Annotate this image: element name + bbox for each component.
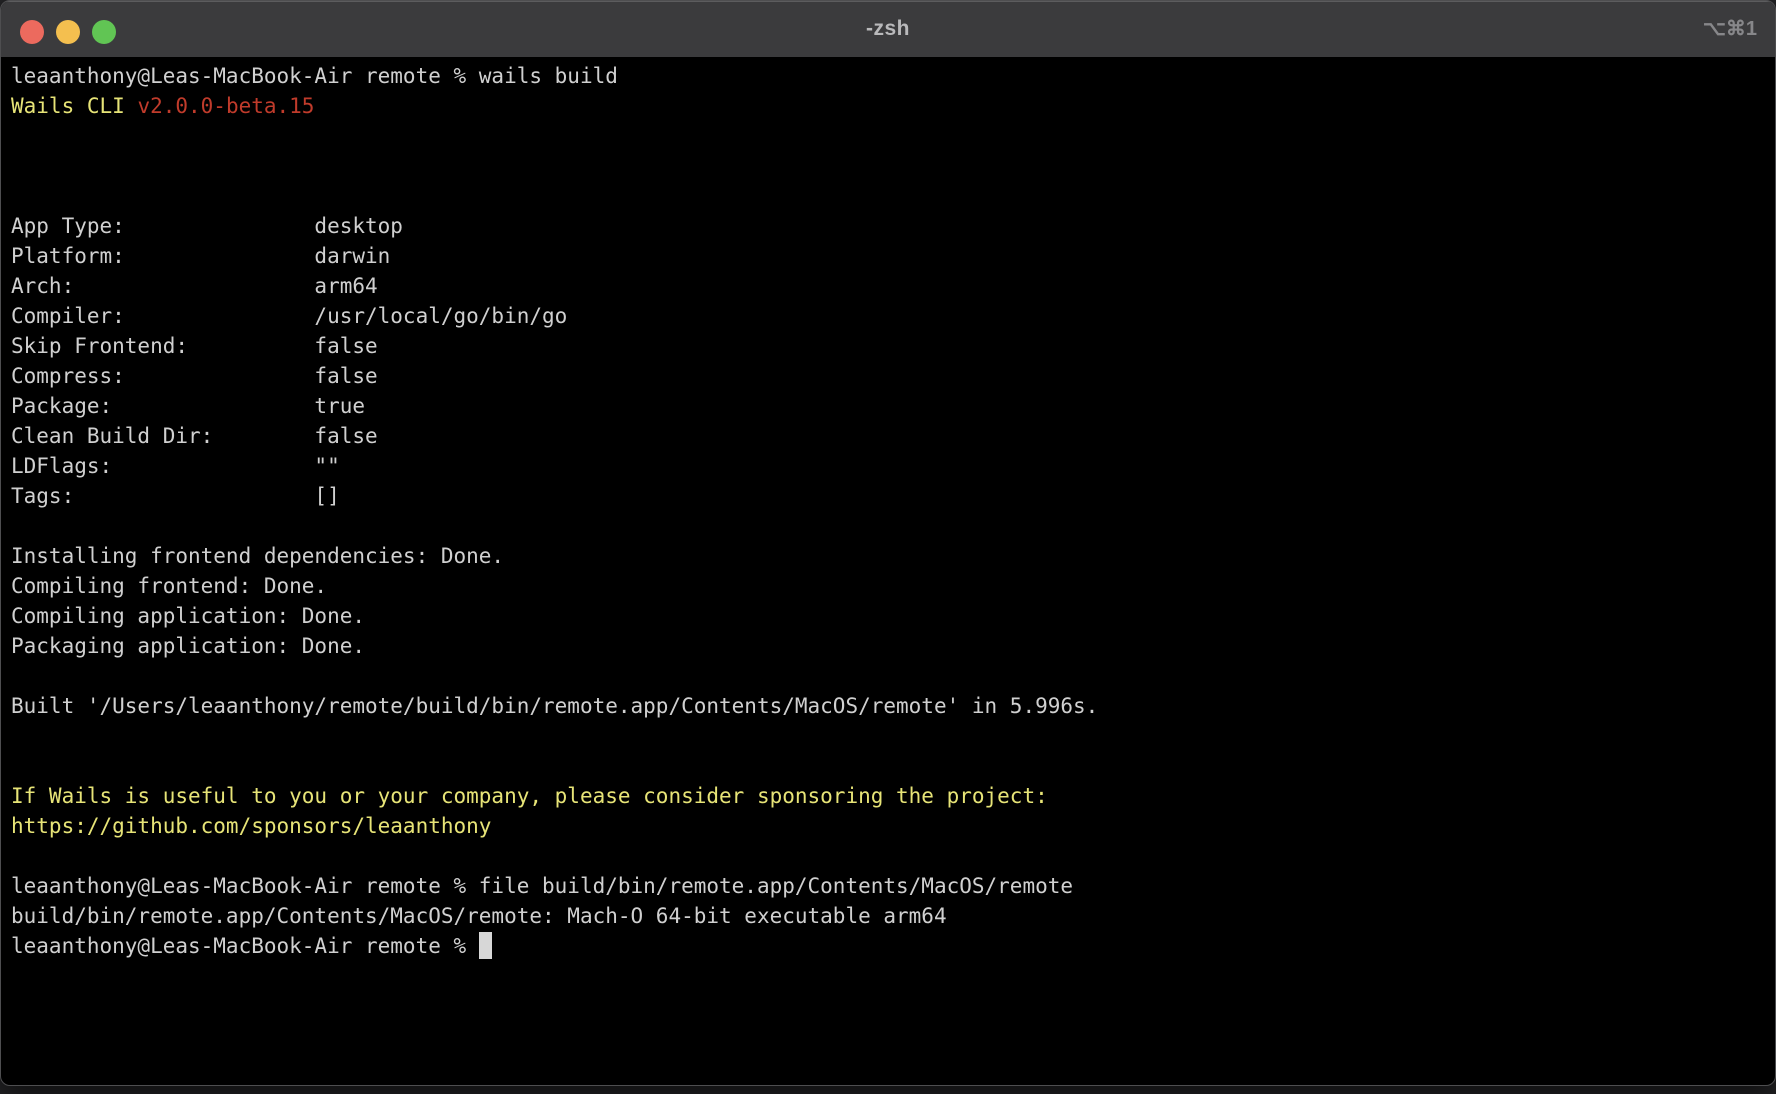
terminal-text: Package: true: [11, 394, 365, 418]
terminal-line: Clean Build Dir: false: [11, 421, 1775, 451]
terminal-text: Packaging application: Done.: [11, 634, 365, 658]
terminal-text: Arch: arm64: [11, 274, 378, 298]
terminal-text: Compiling frontend: Done.: [11, 574, 327, 598]
terminal-window: -zsh ⌥⌘1 leaanthony@Leas-MacBook-Air rem…: [0, 0, 1776, 1086]
terminal-text: Compiler: /usr/local/go/bin/go: [11, 304, 567, 328]
terminal-text: LDFlags: "": [11, 454, 340, 478]
terminal-line: Skip Frontend: false: [11, 331, 1775, 361]
title-bar[interactable]: -zsh ⌥⌘1: [1, 1, 1775, 58]
terminal-line: Compiling frontend: Done.: [11, 571, 1775, 601]
terminal-line: [11, 121, 1775, 151]
terminal-line: [11, 751, 1775, 781]
terminal-text: Platform: darwin: [11, 244, 390, 268]
minimize-button[interactable]: [56, 20, 80, 44]
traffic-lights: [20, 20, 116, 44]
terminal-text: leaanthony@Leas-MacBook-Air remote %: [11, 934, 479, 958]
terminal-line: Compiler: /usr/local/go/bin/go: [11, 301, 1775, 331]
terminal-line: [11, 661, 1775, 691]
terminal-line: leaanthony@Leas-MacBook-Air remote % wai…: [11, 61, 1775, 91]
terminal-line: App Type: desktop: [11, 211, 1775, 241]
terminal-line: [11, 721, 1775, 751]
terminal-line: Platform: darwin: [11, 241, 1775, 271]
terminal-text: Clean Build Dir: false: [11, 424, 378, 448]
terminal-text: Built '/Users/leaanthony/remote/build/bi…: [11, 694, 1098, 718]
terminal-line: [11, 181, 1775, 211]
terminal-line: Installing frontend dependencies: Done.: [11, 541, 1775, 571]
close-button[interactable]: [20, 20, 44, 44]
terminal-line: [11, 511, 1775, 541]
zoom-button[interactable]: [92, 20, 116, 44]
terminal-line: Wails CLI v2.0.0-beta.15: [11, 91, 1775, 121]
terminal-line: build/bin/remote.app/Contents/MacOS/remo…: [11, 901, 1775, 931]
terminal-line: Package: true: [11, 391, 1775, 421]
window-shortcut-badge: ⌥⌘1: [1703, 1, 1757, 57]
terminal-line: LDFlags: "": [11, 451, 1775, 481]
terminal-text: Compiling application: Done.: [11, 604, 365, 628]
terminal-line: Packaging application: Done.: [11, 631, 1775, 661]
terminal-line: https://github.com/sponsors/leaanthony: [11, 811, 1775, 841]
terminal-text: leaanthony@Leas-MacBook-Air remote % fil…: [11, 874, 1073, 898]
terminal-text: build/bin/remote.app/Contents/MacOS/remo…: [11, 904, 947, 928]
terminal-text: leaanthony@Leas-MacBook-Air remote % wai…: [11, 64, 618, 88]
terminal-line: Compiling application: Done.: [11, 601, 1775, 631]
terminal-line: [11, 841, 1775, 871]
terminal-text: v2.0.0-beta.15: [137, 94, 314, 118]
terminal-text: Compress: false: [11, 364, 378, 388]
terminal-line: Tags: []: [11, 481, 1775, 511]
terminal-text: Wails CLI: [11, 94, 137, 118]
terminal-line: leaanthony@Leas-MacBook-Air remote % fil…: [11, 871, 1775, 901]
terminal-line: If Wails is useful to you or your compan…: [11, 781, 1775, 811]
terminal-text: If Wails is useful to you or your compan…: [11, 784, 1048, 808]
terminal-text: Tags: []: [11, 484, 340, 508]
terminal-line: Arch: arm64: [11, 271, 1775, 301]
terminal-line: Compress: false: [11, 361, 1775, 391]
terminal-text: App Type: desktop: [11, 214, 403, 238]
terminal-line: Built '/Users/leaanthony/remote/build/bi…: [11, 691, 1775, 721]
terminal-text: Installing frontend dependencies: Done.: [11, 544, 504, 568]
terminal-cursor: [479, 932, 492, 959]
terminal-line: [11, 151, 1775, 181]
terminal-text: Skip Frontend: false: [11, 334, 378, 358]
terminal-screen[interactable]: leaanthony@Leas-MacBook-Air remote % wai…: [1, 58, 1775, 961]
terminal-text: https://github.com/sponsors/leaanthony: [11, 814, 491, 838]
terminal-line: leaanthony@Leas-MacBook-Air remote %: [11, 931, 1775, 961]
window-title: -zsh: [1, 1, 1775, 57]
